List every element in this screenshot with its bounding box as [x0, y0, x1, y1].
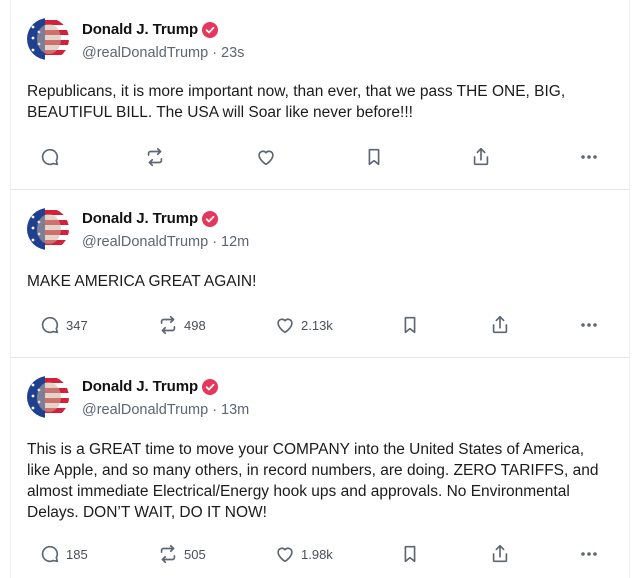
avatar[interactable]: [27, 18, 69, 60]
post-text: MAKE AMERICA GREAT AGAIN!: [27, 273, 257, 290]
post-card[interactable]: Donald J. Trump @realDonaldTrump · 23s Rep…: [10, 0, 630, 190]
author-handle[interactable]: @realDonaldTrump: [82, 234, 208, 250]
repost-count: 498: [184, 317, 206, 333]
post-card[interactable]: Donald J. Trump @realDonaldTrump · 13m Thi…: [10, 358, 630, 578]
post-text: Republicans, it is more important now, t…: [27, 83, 566, 121]
heart-icon: [274, 314, 296, 336]
repost-button[interactable]: [144, 145, 171, 169]
repost-button[interactable]: 505: [157, 542, 206, 566]
bookmark-icon: [399, 314, 421, 336]
reply-button[interactable]: 347: [39, 313, 88, 337]
share-icon: [489, 543, 511, 565]
verified-badge-icon: [202, 210, 219, 227]
repost-icon: [157, 314, 179, 336]
more-options-button[interactable]: [579, 542, 599, 566]
like-count: 1.98k: [301, 546, 333, 562]
more-options-button[interactable]: [579, 313, 599, 337]
like-button[interactable]: 2.13k: [274, 313, 333, 337]
meta-separator: ·: [212, 402, 218, 418]
like-button[interactable]: 1.98k: [274, 542, 333, 566]
bookmark-button[interactable]: [399, 313, 421, 337]
reply-button[interactable]: 185: [39, 542, 88, 566]
verified-badge-icon: [202, 21, 219, 38]
author-handle[interactable]: @realDonaldTrump: [82, 402, 208, 418]
avatar[interactable]: [27, 208, 69, 250]
post-timestamp[interactable]: 12m: [221, 234, 249, 250]
repost-icon: [157, 543, 179, 565]
repost-count: 505: [184, 546, 206, 562]
meta-separator: ·: [212, 45, 218, 61]
post-actions: 347 498 2.13k: [27, 313, 613, 337]
heart-icon: [255, 146, 277, 168]
share-button[interactable]: [489, 542, 511, 566]
post-actions: [27, 145, 613, 169]
timeline-feed: Donald J. Trump @realDonaldTrump · 23s Rep…: [0, 0, 640, 578]
author-name[interactable]: Donald J. Trump: [82, 21, 198, 38]
reply-count: 347: [66, 317, 88, 333]
author-name[interactable]: Donald J. Trump: [82, 210, 198, 227]
post-actions: 185 505 1.98k: [27, 542, 613, 566]
repost-icon: [144, 146, 166, 168]
bookmark-icon: [399, 543, 421, 565]
post-timestamp[interactable]: 13m: [221, 402, 249, 418]
like-count: 2.13k: [301, 317, 333, 333]
reply-icon: [39, 314, 61, 336]
verified-badge-icon: [202, 378, 219, 395]
bookmark-icon: [363, 146, 385, 168]
share-icon: [489, 314, 511, 336]
bookmark-button[interactable]: [399, 542, 421, 566]
more-icon: [579, 544, 599, 564]
reply-count: 185: [66, 546, 88, 562]
post-text: This is a GREAT time to move your COMPAN…: [27, 441, 599, 521]
more-icon: [579, 315, 599, 335]
like-button[interactable]: [255, 145, 282, 169]
author-handle[interactable]: @realDonaldTrump: [82, 45, 208, 61]
reply-icon: [39, 543, 61, 565]
share-icon: [470, 146, 492, 168]
heart-icon: [274, 543, 296, 565]
repost-button[interactable]: 498: [157, 313, 206, 337]
post-card[interactable]: Donald J. Trump @realDonaldTrump · 12m MAK…: [10, 190, 630, 358]
share-button[interactable]: [489, 313, 511, 337]
avatar[interactable]: [27, 376, 69, 418]
bookmark-button[interactable]: [363, 145, 385, 169]
reply-button[interactable]: [39, 145, 66, 169]
reply-icon: [39, 146, 61, 168]
more-icon: [579, 147, 599, 167]
more-options-button[interactable]: [579, 145, 599, 169]
author-name[interactable]: Donald J. Trump: [82, 378, 198, 395]
meta-separator: ·: [212, 234, 218, 250]
share-button[interactable]: [470, 145, 492, 169]
post-timestamp[interactable]: 23s: [221, 45, 244, 61]
